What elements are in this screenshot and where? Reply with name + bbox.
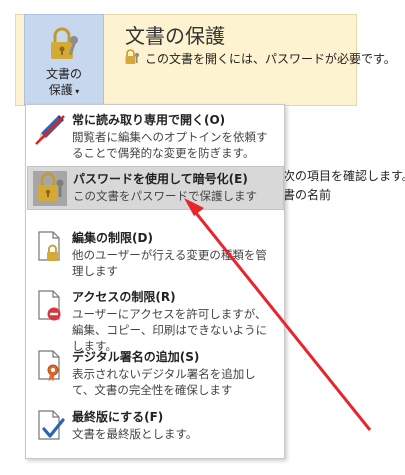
menu-item-restrict-access[interactable]: アクセスの制限(R) ユーザーにアクセスを許可しますが、編集、コピー、印刷はでき…: [27, 285, 284, 353]
menu-item-description: 表示されないデジタル署名を追加して、文書の完全性を確保します: [72, 367, 256, 397]
chevron-down-icon: ▾: [72, 87, 80, 96]
menu-item-title: 最終版にする(F): [72, 410, 164, 424]
menu-item-title: アクセスの制限(R): [72, 290, 176, 304]
menu-item-mark-as-final[interactable]: 最終版にする(F) 文書を最終版とします。: [27, 405, 284, 451]
document-restrict-icon: [38, 290, 61, 321]
menu-item-description: 閲覧者に編集へのオプトインを依頼することで偶発的な変更を防ぎます。: [72, 130, 268, 160]
menu-item-title: パスワードを使用して暗号化(E): [73, 172, 248, 186]
menu-item-description: 他のユーザーが行える変更の種類を管理します: [72, 248, 267, 278]
menu-item-always-open-read-only[interactable]: 常に読み取り専用で開く(O) 閲覧者に編集へのオプトインを依頼することで偶発的な…: [27, 108, 284, 164]
menu-item-description: この文書をパスワードで保護します: [73, 189, 257, 203]
lock-key-icon: [38, 172, 64, 201]
panel-title: 文書の保護: [125, 24, 225, 48]
protect-button-label-1: 文書の: [45, 67, 82, 81]
menu-item-title: 編集の制限(D): [72, 231, 153, 245]
menu-item-encrypt-with-password[interactable]: パスワードを使用して暗号化(E) この文書をパスワードで保護します: [27, 166, 284, 210]
menu-item-restrict-editing[interactable]: 編集の制限(D) 他のユーザーが行える変更の種類を管理します: [27, 226, 284, 278]
panel-description: この文書を開くには、パスワードが必要です。: [145, 52, 396, 66]
protect-button-label-2: 保護 ▾: [48, 83, 80, 97]
document-check-icon: [38, 410, 65, 440]
menu-item-title: 常に読み取り専用で開く(O): [72, 113, 226, 127]
pencil-icon: [35, 115, 65, 145]
protect-document-menu: 常に読み取り専用で開く(O) 閲覧者に編集へのオプトインを依頼することで偶発的な…: [25, 104, 285, 459]
document-lock-icon: [38, 231, 60, 261]
menu-item-title: デジタル署名の追加(S): [72, 350, 200, 364]
protect-document-button[interactable]: 文書の 保護 ▾: [24, 14, 104, 106]
lock-key-icon: [51, 27, 78, 59]
lock-key-icon: [125, 49, 139, 64]
menu-item-add-digital-signature[interactable]: デジタル署名の追加(S) 表示されないデジタル署名を追加して、文書の完全性を確保…: [27, 345, 284, 401]
menu-item-description: 文書を最終版とします。: [72, 427, 198, 441]
document-signature-icon: [38, 350, 60, 382]
background-text: 書の名前: [283, 188, 332, 202]
background-text: 次の項目を確認します。: [283, 169, 405, 183]
